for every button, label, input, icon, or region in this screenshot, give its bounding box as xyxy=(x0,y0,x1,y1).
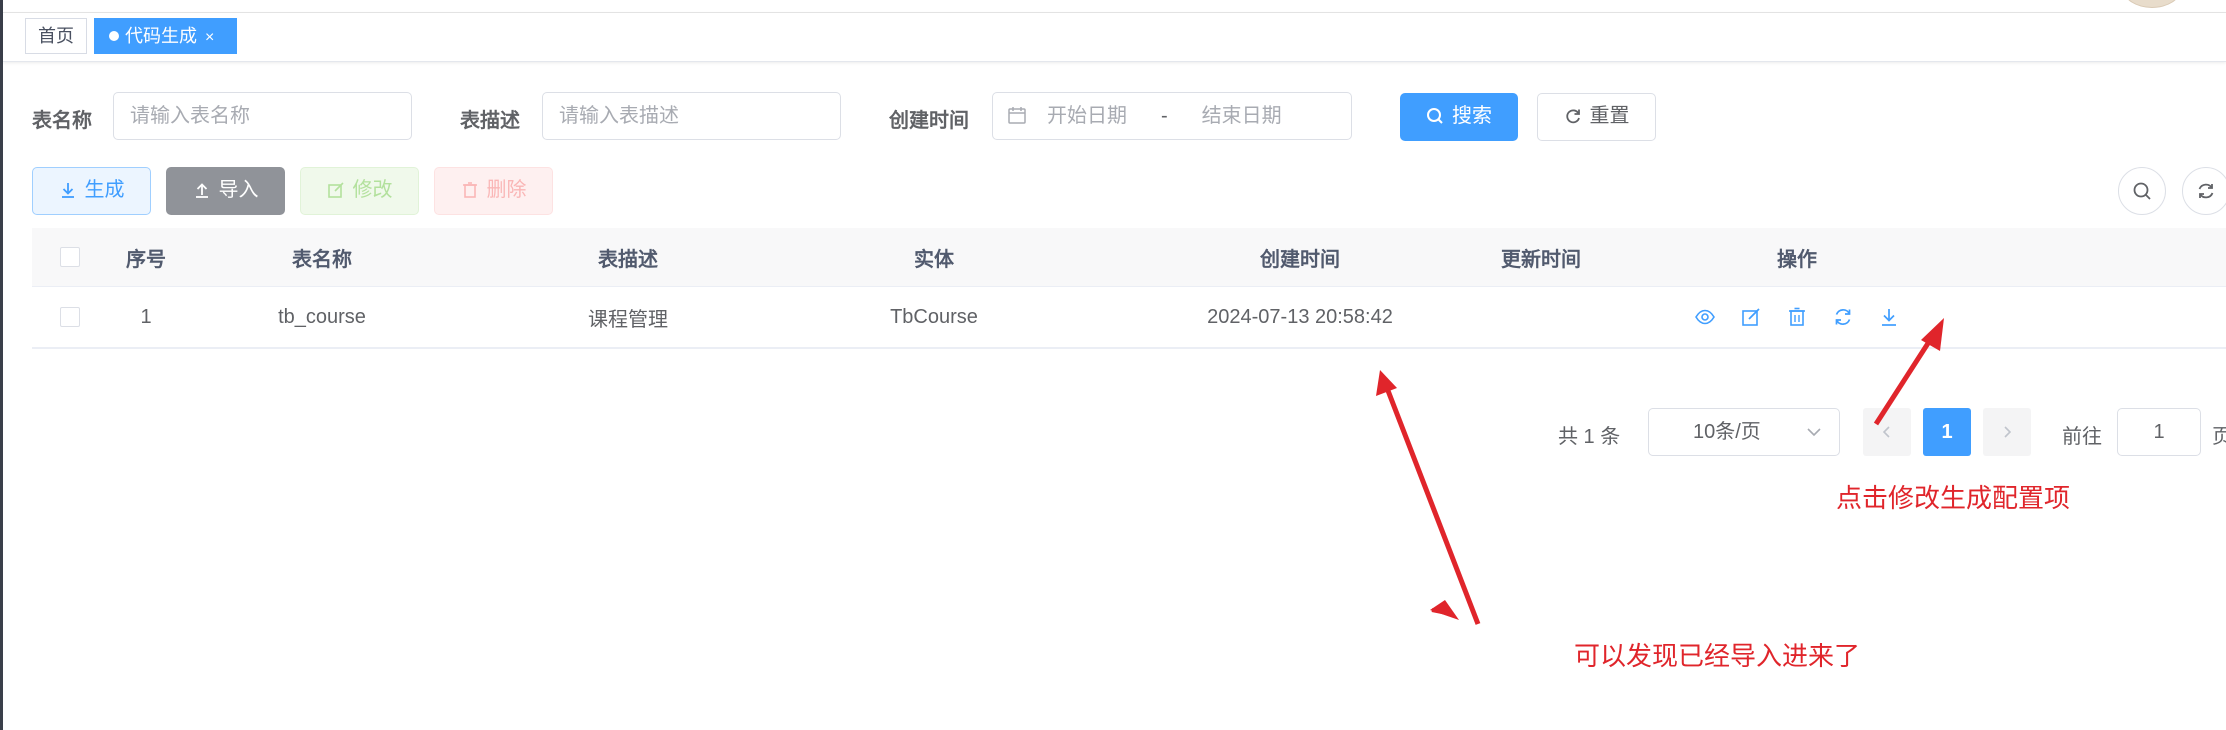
prev-page-button[interactable] xyxy=(1863,408,1911,456)
edit-icon[interactable] xyxy=(1740,306,1762,328)
chevron-down-icon xyxy=(1807,428,1821,437)
range-separator: - xyxy=(1161,105,1168,127)
table-header: 序号 表名称 表描述 实体 创建时间 更新时间 操作 xyxy=(32,228,2226,287)
created-time-label: 创建时间 xyxy=(889,110,969,132)
table-desc-input[interactable]: 请输入表描述 xyxy=(542,92,841,140)
cell-created: 2024-07-13 20:58:42 xyxy=(1207,305,1393,328)
tag-home[interactable]: 首页 xyxy=(25,18,87,54)
table-name-input[interactable]: 请输入表名称 xyxy=(113,92,412,140)
import-button-label: 导入 xyxy=(218,179,259,201)
chevron-left-icon xyxy=(1882,426,1890,438)
col-entity[interactable]: 实体 xyxy=(796,228,1072,286)
select-all-checkbox[interactable] xyxy=(60,247,80,267)
cell-table-desc: 课程管理 xyxy=(588,308,668,331)
delete-icon xyxy=(462,182,477,198)
generate-button[interactable]: 生成 xyxy=(32,167,151,215)
goto-page-input[interactable]: 1 xyxy=(2117,408,2201,456)
download-icon xyxy=(61,183,74,198)
search-icon xyxy=(1427,108,1443,124)
active-dot-icon xyxy=(109,31,119,41)
start-date-placeholder: 开始日期 xyxy=(1047,105,1127,127)
preview-icon[interactable] xyxy=(1694,306,1716,328)
col-index: 序号 xyxy=(126,248,166,271)
annotation-import-hint: 可以发现已经导入进来了 xyxy=(1574,641,1861,671)
annotation-edit-hint: 点击修改生成配置项 xyxy=(1836,483,2071,513)
page-size-select[interactable]: 10条/页 xyxy=(1648,408,1840,456)
table-desc-label: 表描述 xyxy=(460,110,520,132)
sync-icon[interactable] xyxy=(1832,306,1854,328)
arrow-double-headed xyxy=(1376,370,1481,625)
edit-button[interactable]: 修改 xyxy=(300,167,419,215)
reset-button-label: 重置 xyxy=(1589,105,1630,127)
goto-label: 前往 xyxy=(2062,426,2102,448)
pagination-total: 共 1 条 xyxy=(1558,426,1621,448)
table-row[interactable]: 1 tb_course 课程管理 TbCourse 2024-07-13 20:… xyxy=(32,287,2226,349)
upload-icon xyxy=(195,183,208,198)
close-icon[interactable]: × xyxy=(205,29,214,46)
col-operations: 操作 xyxy=(1777,248,1817,271)
cell-operations xyxy=(1654,287,1940,347)
refresh-icon xyxy=(1565,109,1580,124)
header-checkbox-cell xyxy=(32,228,108,286)
date-range-picker[interactable]: 开始日期 - 结束日期 xyxy=(992,92,1352,140)
cell-index: 1 xyxy=(140,305,152,328)
delete-button-label: 删除 xyxy=(486,179,527,201)
edit-icon xyxy=(327,182,344,198)
tag-label: 代码生成 xyxy=(125,26,197,46)
download-icon[interactable] xyxy=(1878,306,1900,328)
cell-entity: TbCourse xyxy=(890,305,978,328)
search-icon xyxy=(2133,182,2151,200)
gen-table: 序号 表名称 表描述 实体 创建时间 更新时间 操作 1 tb_course 课… xyxy=(32,228,2226,349)
edit-button-label: 修改 xyxy=(352,179,393,201)
import-button[interactable]: 导入 xyxy=(166,167,285,215)
delete-icon[interactable] xyxy=(1786,306,1808,328)
cell-table-name: tb_course xyxy=(278,305,366,328)
search-button-label: 搜索 xyxy=(1452,105,1492,127)
reset-button[interactable]: 重置 xyxy=(1537,93,1656,141)
calendar-icon xyxy=(1007,96,1027,142)
avatar[interactable] xyxy=(2123,0,2181,8)
end-date-placeholder: 结束日期 xyxy=(1201,105,1282,127)
left-sidebar-edge xyxy=(0,0,3,730)
delete-button[interactable]: 删除 xyxy=(434,167,553,215)
cell-updated xyxy=(1428,287,1654,347)
table-name-label: 表名称 xyxy=(32,110,92,132)
toggle-search-button[interactable] xyxy=(2118,167,2166,215)
refresh-table-button[interactable] xyxy=(2182,167,2226,215)
col-created[interactable]: 创建时间 xyxy=(1172,228,1428,286)
top-navbar xyxy=(3,0,2226,13)
next-page-button[interactable] xyxy=(1983,408,2031,456)
tag-code-generation[interactable]: 代码生成 × xyxy=(94,18,237,54)
goto-suffix: 页 xyxy=(2212,426,2226,448)
tags-view: 首页 代码生成 × xyxy=(3,13,2226,62)
search-button[interactable]: 搜索 xyxy=(1400,93,1518,141)
col-table-name: 表名称 xyxy=(292,248,352,271)
chevron-right-icon xyxy=(2004,426,2012,438)
row-checkbox-cell xyxy=(32,287,108,347)
row-checkbox[interactable] xyxy=(60,307,80,327)
page-number-current[interactable]: 1 xyxy=(1923,408,1971,456)
col-updated[interactable]: 更新时间 xyxy=(1428,228,1654,286)
col-table-desc: 表描述 xyxy=(598,248,658,271)
generate-button-label: 生成 xyxy=(84,179,125,201)
page-size-value: 10条/页 xyxy=(1693,421,1761,443)
refresh-icon xyxy=(2198,183,2214,199)
